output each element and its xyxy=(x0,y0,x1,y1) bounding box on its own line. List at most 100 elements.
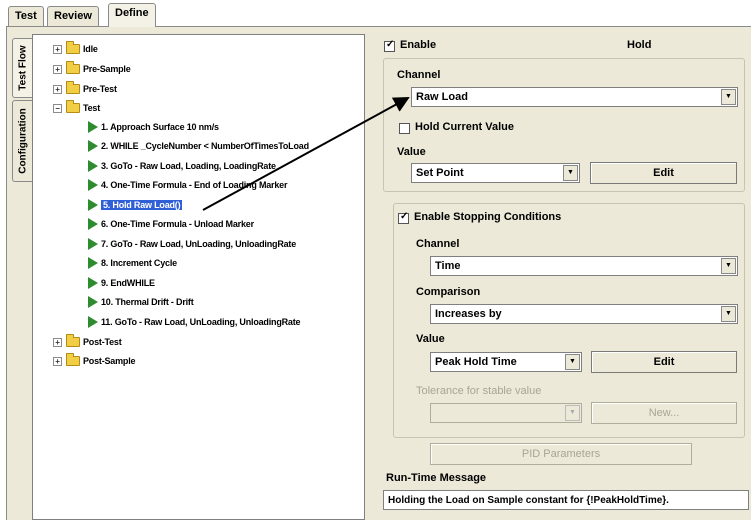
tab-configuration-label: Configuration xyxy=(17,108,28,174)
chevron-down-icon[interactable]: ▼ xyxy=(565,354,580,370)
value-value: Set Point xyxy=(416,167,464,179)
comparison-label: Comparison xyxy=(416,286,481,298)
step-arrow-icon xyxy=(88,199,98,211)
tree-step-label: 3. GoTo - Raw Load, Loading, LoadingRate xyxy=(101,161,276,171)
channel-label: Channel xyxy=(397,69,441,81)
tab-test-flow-label: Test Flow xyxy=(17,45,28,91)
stop-value-label: Value xyxy=(416,333,445,345)
expand-toggle-icon[interactable]: + xyxy=(53,356,62,366)
tree-step[interactable]: 9. EndWHILE xyxy=(88,276,155,290)
tree-node-pre-sample[interactable]: + Pre-Sample xyxy=(53,61,131,76)
enable-checkbox[interactable] xyxy=(384,39,395,52)
hold-current-value-label: Hold Current Value xyxy=(415,121,515,133)
runtime-message-label: Run-Time Message xyxy=(386,472,487,484)
folder-icon xyxy=(66,61,80,74)
tree-step[interactable]: 4. One-Time Formula - End of Loading Mar… xyxy=(88,178,287,192)
stopping-conditions-group: Enable Stopping Conditions Channel Time … xyxy=(393,203,745,438)
tree-node-post-sample[interactable]: + Post-Sample xyxy=(53,353,136,368)
step-arrow-icon xyxy=(88,316,98,328)
tree-step-label: 4. One-Time Formula - End of Loading Mar… xyxy=(101,180,288,190)
tree-step-label: 6. One-Time Formula - Unload Marker xyxy=(101,219,254,229)
chevron-down-icon[interactable]: ▼ xyxy=(563,165,578,181)
tab-review[interactable]: Review xyxy=(47,6,99,26)
step-arrow-icon xyxy=(88,179,98,191)
tree-node-label: Pre-Sample xyxy=(83,64,131,74)
folder-icon xyxy=(66,334,80,347)
pid-parameters-button[interactable]: PID Parameters xyxy=(430,443,692,465)
tree-step[interactable]: 6. One-Time Formula - Unload Marker xyxy=(88,217,254,231)
tree-step-selected[interactable]: 5. Hold Raw Load() xyxy=(88,198,183,212)
value-label: Value xyxy=(397,146,426,158)
runtime-message-input[interactable]: Holding the Load on Sample constant for … xyxy=(383,490,749,510)
tree-step[interactable]: 1. Approach Surface 10 nm/s xyxy=(88,120,219,134)
tree-step[interactable]: 11. GoTo - Raw Load, UnLoading, Unloadin… xyxy=(88,315,301,329)
tolerance-select[interactable]: ▼ xyxy=(430,403,582,423)
folder-icon xyxy=(66,353,80,366)
step-arrow-icon xyxy=(88,121,98,133)
comparison-value: Increases by xyxy=(435,308,502,320)
segment-title: Hold xyxy=(627,39,652,51)
step-arrow-icon xyxy=(88,218,98,230)
step-arrow-icon xyxy=(88,296,98,308)
enable-label: Enable xyxy=(400,39,437,51)
tree-node-pre-test[interactable]: + Pre-Test xyxy=(53,81,117,96)
tree-step[interactable]: 10. Thermal Drift - Drift xyxy=(88,295,194,309)
tab-define[interactable]: Define xyxy=(108,3,156,27)
tree-step[interactable]: 2. WHILE _CycleNumber < NumberOfTimesToL… xyxy=(88,139,309,153)
chevron-down-icon[interactable]: ▼ xyxy=(565,405,580,421)
stop-channel-select[interactable]: Time ▼ xyxy=(430,256,738,276)
folder-icon xyxy=(66,41,80,54)
comparison-select[interactable]: Increases by ▼ xyxy=(430,304,738,324)
tree-node-label: Idle xyxy=(83,44,98,54)
step-arrow-icon xyxy=(88,238,98,250)
edit-value-button[interactable]: Edit xyxy=(590,162,737,184)
tree-step-label: 11. GoTo - Raw Load, UnLoading, Unloadin… xyxy=(101,317,301,327)
tree-step-label: 10. Thermal Drift - Drift xyxy=(101,297,194,307)
folder-icon xyxy=(66,81,80,94)
tolerance-label: Tolerance for stable value xyxy=(416,385,542,397)
step-arrow-icon xyxy=(88,257,98,269)
stop-channel-value: Time xyxy=(435,260,461,272)
expand-toggle-icon[interactable]: + xyxy=(53,64,62,74)
test-flow-tree[interactable]: + Idle + Pre-Sample + Pre-Test − Test 1.… xyxy=(32,34,365,520)
value-select[interactable]: Set Point ▼ xyxy=(411,163,580,183)
segment-settings-group: Channel Raw Load ▼ Hold Current Value Va… xyxy=(383,58,745,192)
step-arrow-icon xyxy=(88,277,98,289)
tree-step[interactable]: 8. Increment Cycle xyxy=(88,256,177,270)
tab-test[interactable]: Test xyxy=(8,6,44,26)
enable-stopping-conditions-checkbox[interactable] xyxy=(398,211,409,224)
tab-test-flow[interactable]: Test Flow xyxy=(12,38,32,98)
tree-step-label: 2. WHILE _CycleNumber < NumberOfTimesToL… xyxy=(101,141,309,151)
folder-icon xyxy=(66,100,80,113)
expand-toggle-icon[interactable]: + xyxy=(53,44,62,54)
tree-node-label: Post-Sample xyxy=(83,356,136,366)
chevron-down-icon[interactable]: ▼ xyxy=(721,89,736,105)
tab-configuration[interactable]: Configuration xyxy=(12,100,32,182)
expand-toggle-icon[interactable]: + xyxy=(53,337,62,347)
tree-node-test[interactable]: − Test xyxy=(53,100,101,115)
enable-stopping-conditions-label: Enable Stopping Conditions xyxy=(414,211,562,223)
tree-step[interactable]: 7. GoTo - Raw Load, UnLoading, Unloading… xyxy=(88,237,296,251)
edit-stop-value-button[interactable]: Edit xyxy=(591,351,737,373)
chevron-down-icon[interactable]: ▼ xyxy=(721,258,736,274)
chevron-down-icon[interactable]: ▼ xyxy=(721,306,736,322)
tree-step-label: 1. Approach Surface 10 nm/s xyxy=(101,122,219,132)
tree-step-label: 8. Increment Cycle xyxy=(101,258,177,268)
tree-node-label: Pre-Test xyxy=(83,84,117,94)
hold-current-value-checkbox[interactable] xyxy=(399,122,410,134)
tree-node-label: Test xyxy=(83,103,101,113)
collapse-toggle-icon[interactable]: − xyxy=(53,103,62,113)
stop-value-value: Peak Hold Time xyxy=(435,356,517,368)
tree-step[interactable]: 3. GoTo - Raw Load, Loading, LoadingRate xyxy=(88,159,276,173)
tree-step-label: 7. GoTo - Raw Load, UnLoading, Unloading… xyxy=(101,239,297,249)
stop-value-select[interactable]: Peak Hold Time ▼ xyxy=(430,352,582,372)
segment-header: Enable Hold xyxy=(380,38,745,54)
channel-value: Raw Load xyxy=(416,91,468,103)
channel-select[interactable]: Raw Load ▼ xyxy=(411,87,738,107)
tree-node-post-test[interactable]: + Post-Test xyxy=(53,334,122,349)
new-tolerance-button[interactable]: New... xyxy=(591,402,737,424)
tree-step-label: 9. EndWHILE xyxy=(101,278,155,288)
stop-channel-label: Channel xyxy=(416,238,460,250)
expand-toggle-icon[interactable]: + xyxy=(53,84,62,94)
tree-node-idle[interactable]: + Idle xyxy=(53,41,98,56)
